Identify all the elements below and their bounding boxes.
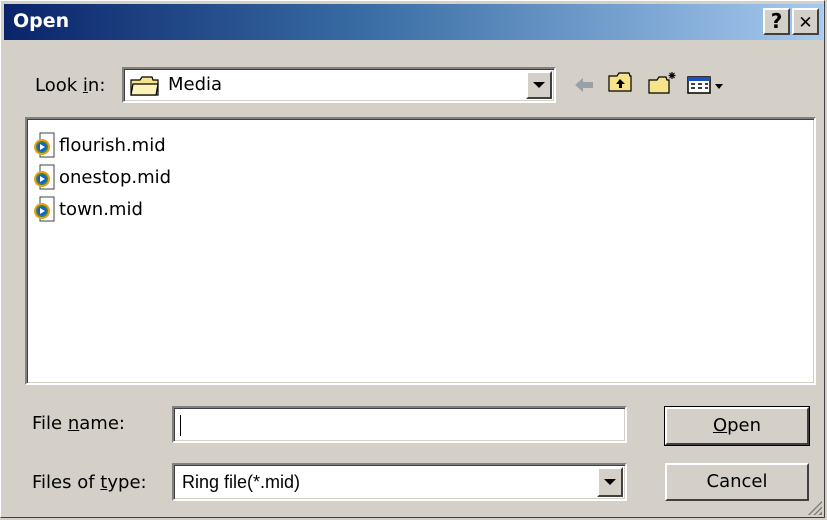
look-in-dropdown-button[interactable] xyxy=(526,71,552,99)
file-type-dropdown-button[interactable] xyxy=(597,467,623,497)
look-in-value: Media xyxy=(168,74,223,95)
text-caret xyxy=(180,415,181,436)
media-file-icon xyxy=(33,196,57,222)
media-file-icon xyxy=(33,164,57,190)
file-list[interactable]: flourish.mid onestop.mid town.mid xyxy=(25,117,816,385)
file-name-label: onestop.mid xyxy=(59,166,172,188)
window-title: Open xyxy=(13,10,70,32)
close-button[interactable]: ✕ xyxy=(792,8,819,35)
file-name-label: flourish.mid xyxy=(59,134,166,156)
media-file-icon xyxy=(33,132,57,158)
open-button[interactable]: Open xyxy=(664,406,810,446)
cancel-button[interactable]: Cancel xyxy=(665,463,809,501)
help-button[interactable]: ? xyxy=(763,8,790,35)
close-icon: ✕ xyxy=(798,13,813,33)
file-type-select[interactable]: Ring file(*.mid) xyxy=(172,463,627,501)
open-dialog: Open ? ✕ Look in: Media flourish.mid one… xyxy=(0,0,825,518)
folder-icon xyxy=(130,76,160,96)
look-in-label: Look in: xyxy=(35,75,106,96)
back-arrow-icon[interactable] xyxy=(569,73,599,103)
title-bar[interactable]: Open ? ✕ xyxy=(4,4,823,40)
list-item[interactable]: town.mid xyxy=(33,193,143,225)
file-type-label: Files of type: xyxy=(32,472,147,493)
file-name-field-label: File name: xyxy=(32,413,125,434)
list-item[interactable]: flourish.mid xyxy=(33,129,166,161)
new-folder-icon[interactable] xyxy=(647,71,677,101)
file-name-field[interactable] xyxy=(172,406,627,443)
list-item[interactable]: onestop.mid xyxy=(33,161,171,193)
look-in-combobox[interactable]: Media xyxy=(122,67,556,103)
file-name-label: town.mid xyxy=(59,198,143,220)
view-menu-icon[interactable] xyxy=(685,73,729,103)
up-folder-icon[interactable] xyxy=(605,71,635,101)
resize-grip[interactable] xyxy=(806,499,822,515)
file-type-value: Ring file(*.mid) xyxy=(182,472,301,492)
